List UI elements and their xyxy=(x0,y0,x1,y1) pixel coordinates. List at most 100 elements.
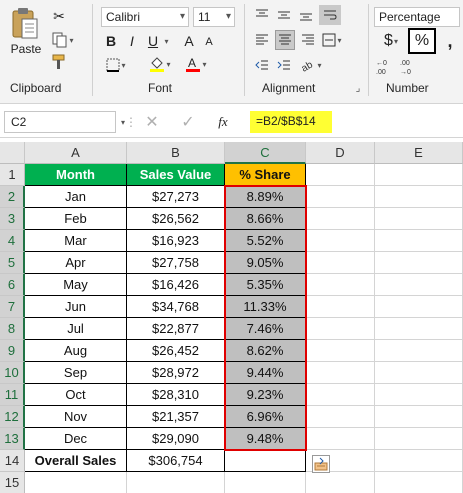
quick-analysis-icon[interactable] xyxy=(312,455,330,473)
column-header-b[interactable]: B xyxy=(127,142,225,164)
align-center-icon[interactable] xyxy=(275,30,295,50)
overall-sales-label[interactable]: Overall Sales xyxy=(25,450,127,472)
dialog-launcher-icon[interactable]: ⌟ xyxy=(352,82,364,94)
month-cell[interactable]: Oct xyxy=(25,384,127,406)
sales-value-cell[interactable]: $16,923 xyxy=(127,230,225,252)
percent-style-button[interactable]: % xyxy=(408,28,436,54)
chevron-down-icon[interactable]: ▾ xyxy=(180,11,185,22)
month-cell[interactable]: Jan xyxy=(25,186,127,208)
font-color-icon[interactable]: A ▾ xyxy=(182,54,210,74)
sales-value-cell[interactable]: $22,877 xyxy=(127,318,225,340)
cut-icon[interactable]: ✂ xyxy=(51,8,67,24)
month-cell[interactable]: Dec xyxy=(25,428,127,450)
empty-cell[interactable] xyxy=(306,340,375,362)
month-cell[interactable]: Nov xyxy=(25,406,127,428)
column-header-a[interactable]: A xyxy=(25,142,127,164)
percent-share-cell[interactable]: 11.33% xyxy=(225,296,306,318)
chevron-down-icon[interactable]: ▾ xyxy=(161,32,171,50)
month-cell[interactable]: Apr xyxy=(25,252,127,274)
sales-value-cell[interactable]: $16,426 xyxy=(127,274,225,296)
align-bottom-icon[interactable] xyxy=(297,6,315,24)
empty-cell[interactable] xyxy=(375,186,463,208)
increase-indent-icon[interactable] xyxy=(275,56,293,74)
row-header-2[interactable]: 2 xyxy=(0,186,25,208)
empty-cell[interactable] xyxy=(375,208,463,230)
row-header-8[interactable]: 8 xyxy=(0,318,25,340)
comma-style-button[interactable]: , xyxy=(442,31,458,51)
overall-sales-value[interactable]: $306,754 xyxy=(127,450,225,472)
empty-cell[interactable] xyxy=(375,318,463,340)
orientation-icon[interactable]: ab ▾ xyxy=(297,56,325,74)
paste-icon[interactable] xyxy=(8,6,42,42)
percent-share-cell[interactable]: 9.23% xyxy=(225,384,306,406)
sales-value-cell[interactable]: $26,562 xyxy=(127,208,225,230)
empty-cell[interactable] xyxy=(375,428,463,450)
empty-cell[interactable] xyxy=(375,450,463,472)
row-header-13[interactable]: 13 xyxy=(0,428,25,450)
percent-share-cell[interactable]: 5.35% xyxy=(225,274,306,296)
month-cell[interactable]: Mar xyxy=(25,230,127,252)
empty-cell[interactable] xyxy=(306,362,375,384)
column-header-c[interactable]: C xyxy=(225,142,306,164)
borders-icon[interactable]: ▾ xyxy=(103,56,129,74)
row-header-9[interactable]: 9 xyxy=(0,340,25,362)
decrease-decimal-icon[interactable]: .00 →0 xyxy=(400,56,420,76)
month-cell[interactable]: Jul xyxy=(25,318,127,340)
fill-color-icon[interactable]: ▾ xyxy=(147,54,173,74)
empty-cell[interactable] xyxy=(306,296,375,318)
sales-value-cell[interactable]: $21,357 xyxy=(127,406,225,428)
empty-cell[interactable] xyxy=(225,472,306,493)
worksheet-grid[interactable]: A B C D E 1 2 3 4 5 6 7 8 9 10 11 12 13 14 15 Month Sales Val… xyxy=(0,142,463,493)
row-header-6[interactable]: 6 xyxy=(0,274,25,296)
formula-input[interactable]: =B2/$B$14 xyxy=(250,111,332,133)
row-header-5[interactable]: 5 xyxy=(0,252,25,274)
align-top-icon[interactable] xyxy=(253,6,271,24)
percent-share-cell[interactable]: 8.89% xyxy=(225,186,306,208)
empty-cell[interactable] xyxy=(225,450,306,472)
underline-button[interactable]: U xyxy=(145,32,161,50)
percent-share-cell[interactable]: 8.62% xyxy=(225,340,306,362)
select-all-corner[interactable] xyxy=(0,142,25,164)
enter-icon[interactable]: ✓ xyxy=(180,113,196,131)
header-month[interactable]: Month xyxy=(25,164,127,186)
percent-share-cell[interactable]: 9.05% xyxy=(225,252,306,274)
align-right-icon[interactable] xyxy=(299,31,317,49)
grow-font-button[interactable]: A xyxy=(182,32,196,50)
sales-value-cell[interactable]: $28,972 xyxy=(127,362,225,384)
empty-cell[interactable] xyxy=(306,208,375,230)
format-painter-icon[interactable] xyxy=(51,54,67,70)
increase-decimal-icon[interactable]: ←0.00 xyxy=(376,56,396,76)
sales-value-cell[interactable]: $27,758 xyxy=(127,252,225,274)
header-sales-value[interactable]: Sales Value xyxy=(127,164,225,186)
align-middle-icon[interactable] xyxy=(275,6,293,24)
empty-cell[interactable] xyxy=(375,274,463,296)
row-header-4[interactable]: 4 xyxy=(0,230,25,252)
percent-share-cell[interactable]: 9.44% xyxy=(225,362,306,384)
merge-center-icon[interactable]: ▾ xyxy=(319,31,345,49)
row-header-3[interactable]: 3 xyxy=(0,208,25,230)
sales-value-cell[interactable]: $34,768 xyxy=(127,296,225,318)
empty-cell[interactable] xyxy=(25,472,127,493)
align-left-icon[interactable] xyxy=(253,31,271,49)
empty-cell[interactable] xyxy=(375,384,463,406)
chevron-down-icon[interactable]: ▾ xyxy=(226,11,231,22)
empty-cell[interactable] xyxy=(306,406,375,428)
empty-cell[interactable] xyxy=(375,252,463,274)
shrink-font-button[interactable]: A xyxy=(202,34,216,50)
row-header-11[interactable]: 11 xyxy=(0,384,25,406)
row-header-7[interactable]: 7 xyxy=(0,296,25,318)
empty-cell[interactable] xyxy=(306,384,375,406)
empty-cell[interactable] xyxy=(306,274,375,296)
copy-icon[interactable]: ▾ xyxy=(51,31,75,49)
empty-cell[interactable] xyxy=(306,186,375,208)
font-size-combo[interactable]: 11 ▾ xyxy=(193,7,235,27)
month-cell[interactable]: Jun xyxy=(25,296,127,318)
empty-cell[interactable] xyxy=(375,230,463,252)
currency-button[interactable]: $ ▾ xyxy=(376,31,406,51)
row-header-1[interactable]: 1 xyxy=(0,164,25,186)
empty-cell[interactable] xyxy=(306,252,375,274)
empty-cell[interactable] xyxy=(375,362,463,384)
bold-button[interactable]: B xyxy=(103,32,119,50)
row-header-12[interactable]: 12 xyxy=(0,406,25,428)
month-cell[interactable]: Feb xyxy=(25,208,127,230)
